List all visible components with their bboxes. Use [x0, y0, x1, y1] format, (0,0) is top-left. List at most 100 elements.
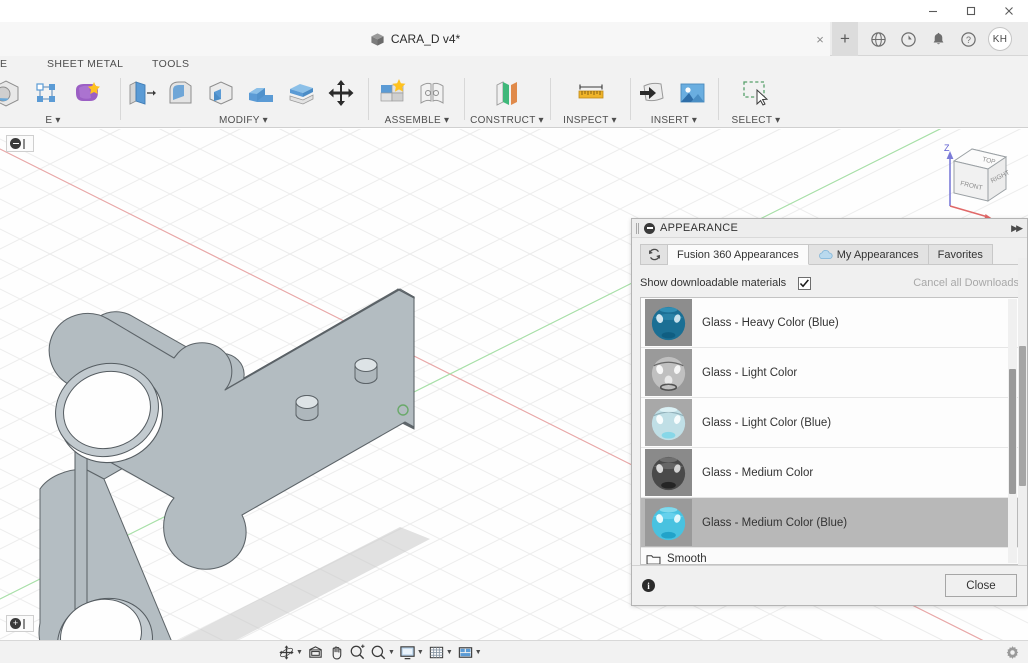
grid-snaps-button[interactable]: ▼: [426, 641, 455, 663]
viewports-icon: [458, 647, 472, 658]
ribbon-tab-surface[interactable]: E: [0, 56, 7, 72]
zoom-plus-icon: [350, 644, 365, 660]
zoom-window-button[interactable]: ▼: [368, 641, 397, 663]
ribbon-group-insert: INSERT ▾: [632, 72, 716, 128]
panel-scrollbar[interactable]: [1018, 258, 1027, 584]
show-downloadable-checkbox[interactable]: [798, 276, 812, 290]
origin-expand-toggle[interactable]: +: [6, 615, 34, 632]
ribbon-group-select-label[interactable]: SELECT ▾: [720, 115, 792, 126]
appearance-material-list[interactable]: Glass - Heavy Color (Blue) Glass - Light…: [640, 297, 1019, 565]
show-downloadable-label: Show downloadable materials: [640, 277, 787, 289]
window-minimize-button[interactable]: [914, 0, 952, 22]
settings-button[interactable]: [1005, 645, 1020, 663]
document-tab[interactable]: CARA_D v4*: [0, 22, 830, 56]
tab-label: Favorites: [937, 248, 983, 261]
close-tab-button[interactable]: ×: [812, 31, 828, 47]
scrollbar-thumb[interactable]: [1009, 369, 1016, 494]
chamfer-icon[interactable]: [201, 74, 241, 112]
material-category-row[interactable]: Smooth: [641, 548, 1018, 564]
ribbon-group-assemble: ASSEMBLE ▾: [372, 72, 462, 128]
browser-collapse-toggle[interactable]: [6, 135, 34, 152]
chevron-down-icon[interactable]: ▼: [296, 649, 303, 656]
table-row[interactable]: Glass - Medium Color (Blue): [641, 498, 1018, 548]
look-at-icon: [309, 646, 322, 658]
chevron-down-icon[interactable]: ▼: [388, 649, 395, 656]
avatar[interactable]: KH: [988, 27, 1012, 51]
insert-derive-icon[interactable]: [632, 74, 672, 112]
scrollbar[interactable]: [1008, 299, 1017, 563]
ribbon-group-insert-label[interactable]: INSERT ▾: [632, 115, 716, 126]
joint-icon[interactable]: [412, 74, 452, 112]
cancel-all-downloads-button[interactable]: Cancel all Downloads: [913, 277, 1019, 289]
ribbon-tab-sheet-metal[interactable]: SHEET METAL: [47, 56, 123, 72]
offset-plane-icon[interactable]: [488, 74, 528, 112]
press-pull-icon[interactable]: [121, 74, 161, 112]
fillet-icon[interactable]: [161, 74, 201, 112]
shell-icon[interactable]: [0, 74, 26, 112]
viewports-button[interactable]: ▼: [455, 641, 484, 663]
ribbon-separator: [464, 78, 465, 120]
select-window-icon[interactable]: [736, 74, 776, 112]
tab-my-appearances[interactable]: My Appearances: [808, 244, 929, 264]
appearance-panel-body: Fusion 360 Appearances My Appearances Fa…: [632, 238, 1027, 585]
chevron-down-icon[interactable]: ▼: [475, 649, 482, 656]
appearance-panel-header[interactable]: APPEARANCE ▶▶: [632, 219, 1027, 238]
ribbon-group-construct-label[interactable]: CONSTRUCT ▾: [466, 115, 548, 126]
display-settings-button[interactable]: ▼: [397, 641, 426, 663]
table-row[interactable]: Glass - Light Color: [641, 348, 1018, 398]
collapse-icon: [10, 138, 21, 149]
info-icon[interactable]: i: [642, 579, 655, 592]
bell-icon[interactable]: [924, 25, 952, 53]
viewcube-z-label: Z: [944, 143, 950, 153]
tab-favorites[interactable]: Favorites: [928, 244, 993, 264]
clock-icon[interactable]: [894, 25, 922, 53]
pan-button[interactable]: [326, 641, 347, 663]
split-face-icon[interactable]: [281, 74, 321, 112]
panel-scrollbar-thumb[interactable]: [1019, 346, 1026, 486]
chevron-down-icon[interactable]: ▼: [446, 649, 453, 656]
combine-blob-icon[interactable]: [66, 74, 106, 112]
table-row[interactable]: Glass - Heavy Color (Blue): [641, 298, 1018, 348]
close-button[interactable]: Close: [945, 574, 1017, 597]
orbit-button[interactable]: ▼: [276, 641, 305, 663]
refresh-icon[interactable]: [640, 244, 668, 264]
measure-icon[interactable]: [571, 74, 611, 112]
ribbon-group-assemble-label[interactable]: ASSEMBLE ▾: [372, 115, 462, 126]
downloadable-materials-row: Show downloadable materials Cancel all D…: [640, 269, 1019, 297]
help-icon[interactable]: ?: [954, 25, 982, 53]
new-component-icon[interactable]: [372, 74, 412, 112]
table-row[interactable]: Glass - Light Color (Blue): [641, 398, 1018, 448]
expand-icon: +: [10, 618, 21, 629]
appearance-panel[interactable]: APPEARANCE ▶▶ Fusion 360 Appearances My …: [631, 218, 1028, 606]
ribbon-group-create-label[interactable]: E ▾: [0, 115, 120, 126]
ribbon-group-modify-label[interactable]: MODIFY ▾: [121, 115, 366, 126]
cloud-icon: [818, 249, 833, 260]
ribbon-tab-tools[interactable]: TOOLS: [152, 56, 189, 72]
move-copy-icon[interactable]: [321, 74, 361, 112]
window-restore-button[interactable]: [952, 0, 990, 22]
ribbon-tab-bar: E SHEET METAL TOOLS: [0, 56, 1028, 72]
expand-arrows-icon[interactable]: ▶▶: [1011, 223, 1023, 234]
globe-icon[interactable]: [864, 25, 892, 53]
ribbon-group-inspect-label[interactable]: INSPECT ▾: [552, 115, 628, 126]
account-icon-group: ? KH: [860, 22, 1028, 56]
new-tab-button[interactable]: +: [832, 22, 858, 56]
view-cube[interactable]: Z TOP FRONT RIGHT: [926, 131, 1022, 223]
material-name: Glass - Medium Color: [702, 466, 814, 479]
nav-button-group: ▼ ▼ ▼ ▼ ▼: [276, 641, 484, 663]
ribbon-separator: [630, 78, 631, 120]
look-at-button[interactable]: [305, 641, 326, 663]
drag-grip-icon[interactable]: [636, 222, 639, 234]
pattern-icon[interactable]: [26, 74, 66, 112]
material-swatch: [645, 349, 692, 396]
insert-image-icon[interactable]: [672, 74, 712, 112]
collapse-icon[interactable]: [644, 222, 655, 234]
window-close-button[interactable]: [990, 0, 1028, 22]
material-name: Glass - Medium Color (Blue): [702, 516, 848, 529]
zoom-button[interactable]: [347, 641, 368, 663]
tab-fusion-360-appearances[interactable]: Fusion 360 Appearances: [668, 244, 809, 265]
document-tab-title: CARA_D v4*: [390, 32, 461, 46]
table-row[interactable]: Glass - Medium Color: [641, 448, 1018, 498]
shell-solid-icon[interactable]: [241, 74, 281, 112]
chevron-down-icon[interactable]: ▼: [417, 649, 424, 656]
